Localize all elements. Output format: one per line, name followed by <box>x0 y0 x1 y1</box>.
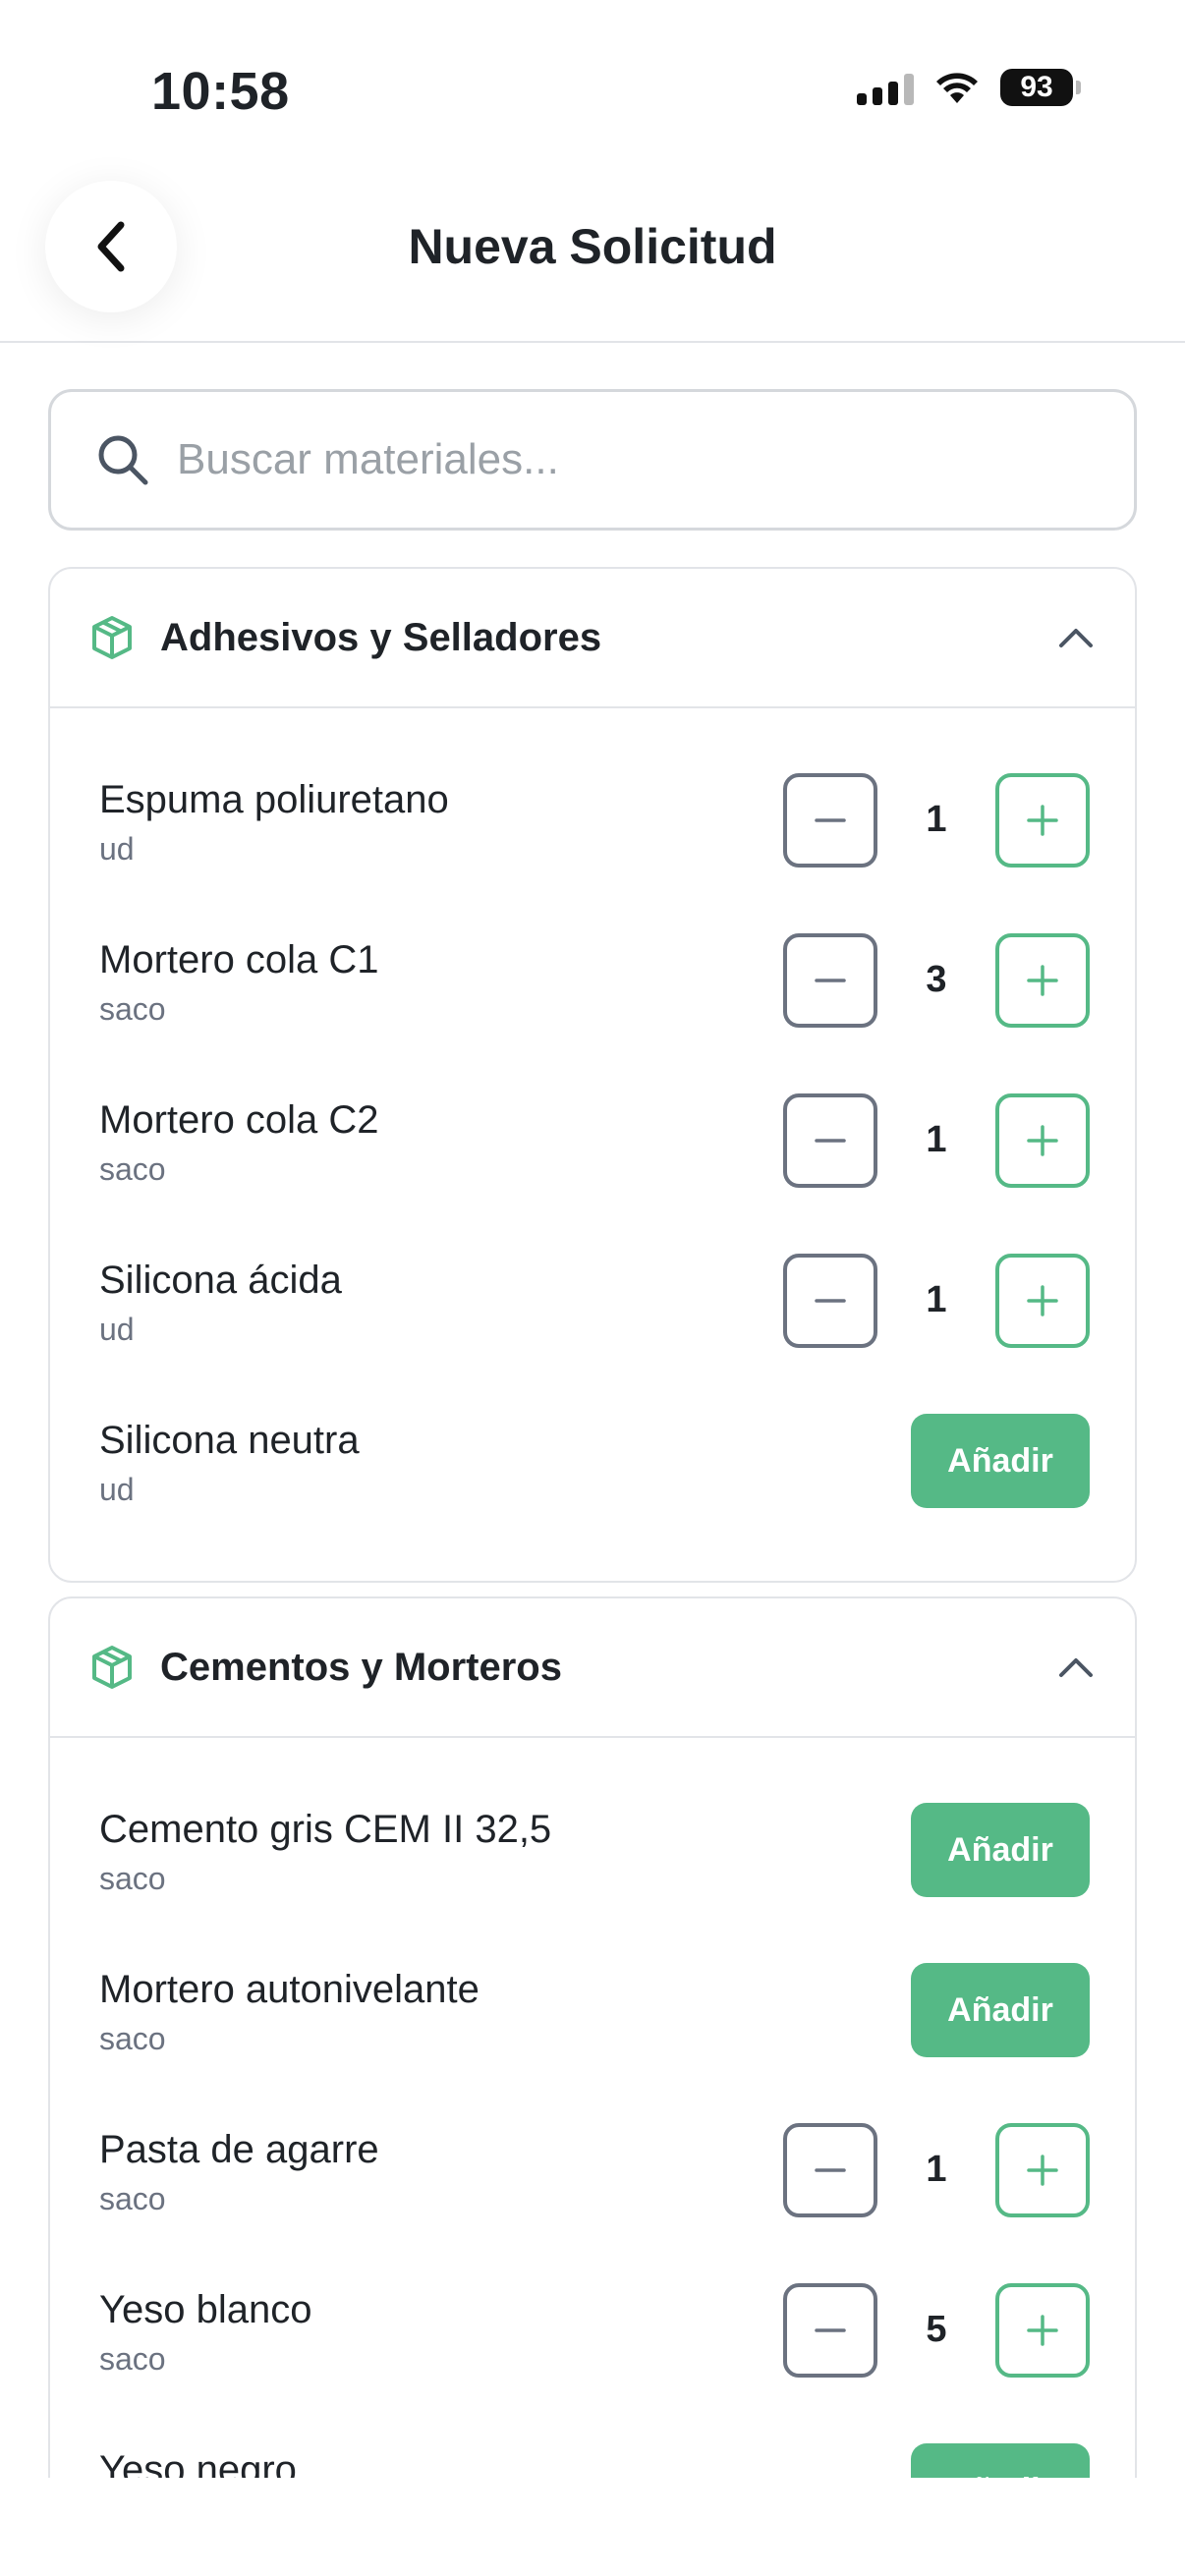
add-button[interactable]: Añadir <box>911 2443 1090 2478</box>
material-unit: ud <box>99 831 135 867</box>
cellular-signal-icon <box>857 70 914 105</box>
material-item: Yeso blanco saco 5 <box>99 2283 1135 2406</box>
quantity-stepper: 1 <box>783 1093 1090 1188</box>
quantity-stepper: 1 <box>783 1254 1090 1348</box>
category-card-adhesivos: Adhesivos y Selladores Espuma poliuretan… <box>48 567 1137 1583</box>
add-button[interactable]: Añadir <box>911 1963 1090 2057</box>
material-unit: saco <box>99 991 166 1027</box>
page-title: Nueva Solicitud <box>408 219 777 274</box>
decrement-button[interactable] <box>783 1093 877 1188</box>
material-name: Mortero cola C1 <box>99 938 379 981</box>
bottom-safe-area <box>0 2478 1185 2576</box>
material-name: Mortero autonivelante <box>99 1968 480 2011</box>
minus-icon <box>815 2328 846 2332</box>
category-header[interactable]: Cementos y Morteros <box>50 1598 1135 1738</box>
category-card-cementos: Cementos y Morteros Cemento gris CEM II … <box>48 1596 1137 2478</box>
decrement-button[interactable] <box>783 933 877 1028</box>
increment-button[interactable] <box>995 933 1090 1028</box>
quantity-stepper: 1 <box>783 773 1090 868</box>
material-unit: ud <box>99 1472 135 1507</box>
material-item: Silicona neutra ud Añadir <box>99 1414 1135 1537</box>
quantity-value: 3 <box>926 959 947 1000</box>
minus-icon <box>815 818 846 822</box>
increment-button[interactable] <box>995 2283 1090 2378</box>
package-icon <box>92 616 132 659</box>
increment-button[interactable] <box>995 1254 1090 1348</box>
nav-header: Nueva Solicitud <box>0 157 1185 343</box>
material-name: Silicona neutra <box>99 1419 360 1462</box>
battery-icon: 93 <box>1000 69 1081 106</box>
material-unit: saco <box>99 1151 166 1187</box>
material-item: Espuma poliuretano ud 1 <box>99 773 1135 896</box>
material-item: Cemento gris CEM II 32,5 saco Añadir <box>99 1803 1135 1926</box>
plus-icon <box>1027 965 1058 996</box>
material-item: Yeso negro saco Añadir <box>99 2443 1135 2478</box>
search-input[interactable] <box>177 435 1061 484</box>
quantity-value: 1 <box>926 799 947 840</box>
decrement-button[interactable] <box>783 773 877 868</box>
material-unit: saco <box>99 1861 166 1896</box>
increment-button[interactable] <box>995 1093 1090 1188</box>
decrement-button[interactable] <box>783 2123 877 2217</box>
wifi-icon <box>936 73 978 103</box>
chevron-up-icon[interactable] <box>1056 1648 1096 1687</box>
minus-icon <box>815 2168 846 2172</box>
material-name: Yeso negro <box>99 2448 297 2478</box>
content-viewport[interactable]: 10:58 93 Nueva Solicitud Buscar material… <box>0 0 1185 2478</box>
increment-button[interactable] <box>995 2123 1090 2217</box>
material-name: Cemento gris CEM II 32,5 <box>99 1808 552 1851</box>
battery-level: 93 <box>1000 69 1073 106</box>
quantity-value: 1 <box>926 2149 947 2190</box>
screen: 10:58 93 Nueva Solicitud Buscar material… <box>0 0 1185 2576</box>
material-name: Pasta de agarre <box>99 2128 379 2171</box>
material-unit: saco <box>99 2021 166 2056</box>
minus-icon <box>815 1139 846 1143</box>
quantity-value: 1 <box>926 1119 947 1160</box>
chevron-up-icon[interactable] <box>1056 618 1096 657</box>
material-item: Pasta de agarre saco 1 <box>99 2123 1135 2246</box>
quantity-stepper: 5 <box>783 2283 1090 2378</box>
status-time: 10:58 <box>151 62 290 121</box>
plus-icon <box>1027 2155 1058 2186</box>
material-item: Silicona ácida ud 1 <box>99 1254 1135 1376</box>
material-unit: ud <box>99 1312 135 1347</box>
plus-icon <box>1027 2315 1058 2346</box>
decrement-button[interactable] <box>783 1254 877 1348</box>
add-button[interactable]: Añadir <box>911 1414 1090 1508</box>
add-button[interactable]: Añadir <box>911 1803 1090 1897</box>
material-item: Mortero autonivelante saco Añadir <box>99 1963 1135 2086</box>
category-header[interactable]: Adhesivos y Selladores <box>50 569 1135 708</box>
material-unit: saco <box>99 2341 166 2377</box>
search-icon <box>98 435 148 485</box>
plus-icon <box>1027 1125 1058 1156</box>
increment-button[interactable] <box>995 773 1090 868</box>
material-name: Yeso blanco <box>99 2288 312 2331</box>
decrement-button[interactable] <box>783 2283 877 2378</box>
quantity-stepper: 1 <box>783 2123 1090 2217</box>
quantity-value: 5 <box>926 2309 947 2350</box>
status-bar: 10:58 93 <box>0 0 1185 157</box>
category-title: Adhesivos y Selladores <box>160 615 602 659</box>
category-title: Cementos y Morteros <box>160 1645 562 1689</box>
plus-icon <box>1027 1285 1058 1316</box>
minus-icon <box>815 979 846 982</box>
package-icon <box>92 1646 132 1689</box>
plus-icon <box>1027 805 1058 836</box>
material-name: Espuma poliuretano <box>99 778 449 821</box>
material-item: Mortero cola C1 saco 3 <box>99 933 1135 1056</box>
material-name: Mortero cola C2 <box>99 1098 379 1142</box>
material-unit: saco <box>99 2181 166 2216</box>
status-icons: 93 <box>857 69 1081 106</box>
search-bar[interactable] <box>48 389 1137 531</box>
quantity-value: 1 <box>926 1279 947 1320</box>
minus-icon <box>815 1299 846 1303</box>
material-name: Silicona ácida <box>99 1259 342 1302</box>
quantity-stepper: 3 <box>783 933 1090 1028</box>
material-item: Mortero cola C2 saco 1 <box>99 1093 1135 1216</box>
